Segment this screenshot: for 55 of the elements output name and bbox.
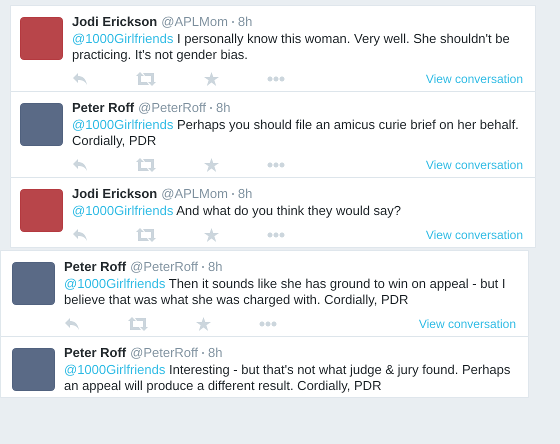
- reply-icon[interactable]: [72, 158, 88, 172]
- star-icon[interactable]: [204, 72, 219, 86]
- author-name[interactable]: Jodi Erickson: [72, 186, 158, 201]
- avatar-photo-placeholder: [20, 103, 63, 146]
- tweet-time[interactable]: 8h: [238, 186, 252, 201]
- retweet-icon[interactable]: [136, 228, 156, 242]
- reply-icon[interactable]: [64, 317, 80, 331]
- view-conversation-link[interactable]: View conversation: [426, 228, 523, 242]
- author-handle: @APLMom: [161, 14, 228, 29]
- view-conversation-link[interactable]: View conversation: [426, 158, 523, 172]
- more-icon[interactable]: [259, 321, 277, 327]
- author-handle: @PeterRoff: [130, 345, 198, 360]
- avatar-photo-placeholder: [12, 262, 55, 305]
- avatar-photo-placeholder: [12, 348, 55, 391]
- author-name[interactable]: Peter Roff: [64, 259, 126, 274]
- author-handle: @PeterRoff: [138, 100, 206, 115]
- author-name[interactable]: Peter Roff: [64, 345, 126, 360]
- mention-link[interactable]: @1000Girlfriends: [72, 203, 174, 218]
- separator-dot-icon: [202, 352, 204, 354]
- tweet-time[interactable]: 8h: [208, 345, 222, 360]
- tweet-text: @1000Girlfriends Perhaps you should file an amicus curie brief on her behalf. Cordially, PDR: [72, 117, 520, 149]
- tweet-text: @1000Girlfriends I personally know this woman. Very well. She shouldn't be practicing. It's not gender bias.: [72, 31, 511, 63]
- star-icon[interactable]: [204, 228, 219, 242]
- mention-link[interactable]: @1000Girlfriends: [72, 117, 174, 132]
- mention-link[interactable]: @1000Girlfriends: [72, 31, 174, 46]
- separator-dot-icon: [210, 106, 212, 108]
- tweet-time[interactable]: 8h: [216, 100, 230, 115]
- tweet-text: @1000Girlfriends Interesting - but that's not what judge & jury found. Perhaps an appeal will produce a different result. Cordially, PDR: [64, 362, 512, 394]
- mention-link[interactable]: @1000Girlfriends: [64, 362, 166, 377]
- author-name[interactable]: Jodi Erickson: [72, 14, 158, 29]
- retweet-icon[interactable]: [136, 72, 156, 86]
- view-conversation-link[interactable]: View conversation: [426, 72, 523, 86]
- tweet-time[interactable]: 8h: [238, 14, 252, 29]
- retweet-icon[interactable]: [128, 317, 148, 331]
- tweet-text: @1000Girlfriends Then it sounds like she has ground to win on appeal - but I believe that was what she was charged with. Cordially, PDR: [64, 276, 507, 308]
- reply-icon[interactable]: [72, 228, 88, 242]
- avatar-photo-placeholder: [20, 189, 63, 232]
- tweet-text: @1000Girlfriends And what do you think they would say?: [72, 203, 402, 219]
- more-icon[interactable]: [267, 76, 285, 82]
- reply-icon[interactable]: [72, 72, 88, 86]
- more-icon[interactable]: [267, 232, 285, 238]
- tweet-time[interactable]: 8h: [208, 259, 222, 274]
- author-name[interactable]: Peter Roff: [72, 100, 134, 115]
- separator-dot-icon: [202, 266, 204, 268]
- separator-dot-icon: [232, 20, 234, 22]
- avatar-photo-placeholder: [20, 17, 63, 60]
- mention-link[interactable]: @1000Girlfriends: [64, 276, 166, 291]
- separator-dot-icon: [232, 192, 234, 194]
- star-icon[interactable]: [204, 158, 219, 172]
- retweet-icon[interactable]: [136, 158, 156, 172]
- author-handle: @APLMom: [161, 186, 228, 201]
- view-conversation-link[interactable]: View conversation: [418, 317, 516, 331]
- more-icon[interactable]: [267, 162, 285, 168]
- star-icon[interactable]: [196, 317, 211, 331]
- author-handle: @PeterRoff: [130, 259, 198, 274]
